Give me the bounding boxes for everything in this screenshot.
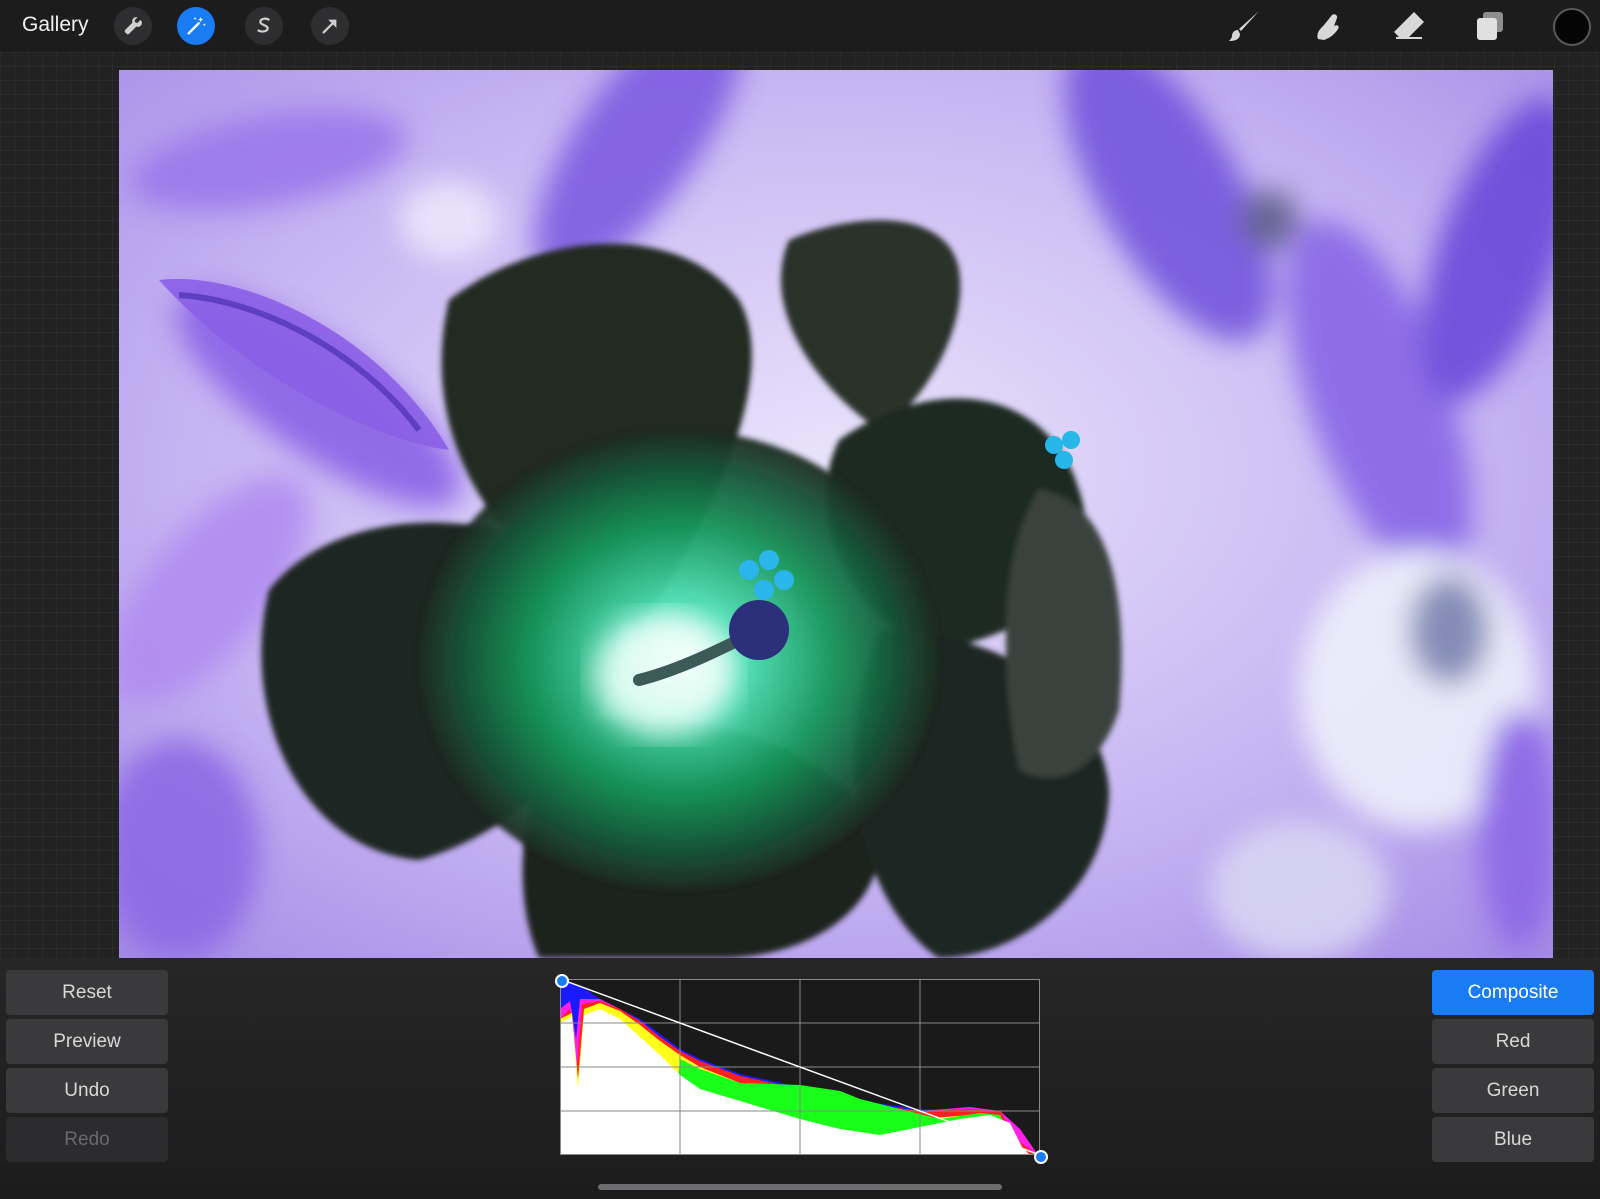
transform-arrow-icon[interactable]	[311, 7, 349, 45]
red-channel-button[interactable]: Red	[1432, 1019, 1594, 1064]
brush-icon[interactable]	[1225, 8, 1265, 44]
top-toolbar: Gallery	[0, 0, 1600, 52]
magic-wand-icon[interactable]	[177, 7, 215, 45]
selection-icon[interactable]	[245, 7, 283, 45]
reset-button[interactable]: Reset	[6, 970, 168, 1015]
eraser-icon[interactable]	[1389, 8, 1429, 44]
wrench-icon[interactable]	[114, 7, 152, 45]
smudge-icon[interactable]	[1307, 8, 1347, 44]
undo-button[interactable]: Undo	[6, 1068, 168, 1113]
preview-button[interactable]: Preview	[6, 1019, 168, 1064]
curves-graph[interactable]	[559, 978, 1041, 1156]
blue-channel-button[interactable]: Blue	[1432, 1117, 1594, 1162]
color-picker-swatch[interactable]	[1553, 8, 1591, 46]
canvas-artwork[interactable]	[119, 70, 1553, 958]
green-channel-button[interactable]: Green	[1432, 1068, 1594, 1113]
gallery-button[interactable]: Gallery	[22, 13, 89, 37]
composite-channel-button[interactable]: Composite	[1432, 970, 1594, 1015]
histogram-white	[560, 1009, 1030, 1155]
curve-point-start[interactable]	[555, 974, 569, 988]
redo-button[interactable]: Redo	[6, 1117, 168, 1162]
curve-point-end[interactable]	[1034, 1150, 1048, 1164]
layers-icon[interactable]	[1469, 8, 1509, 44]
home-indicator[interactable]	[598, 1184, 1002, 1190]
